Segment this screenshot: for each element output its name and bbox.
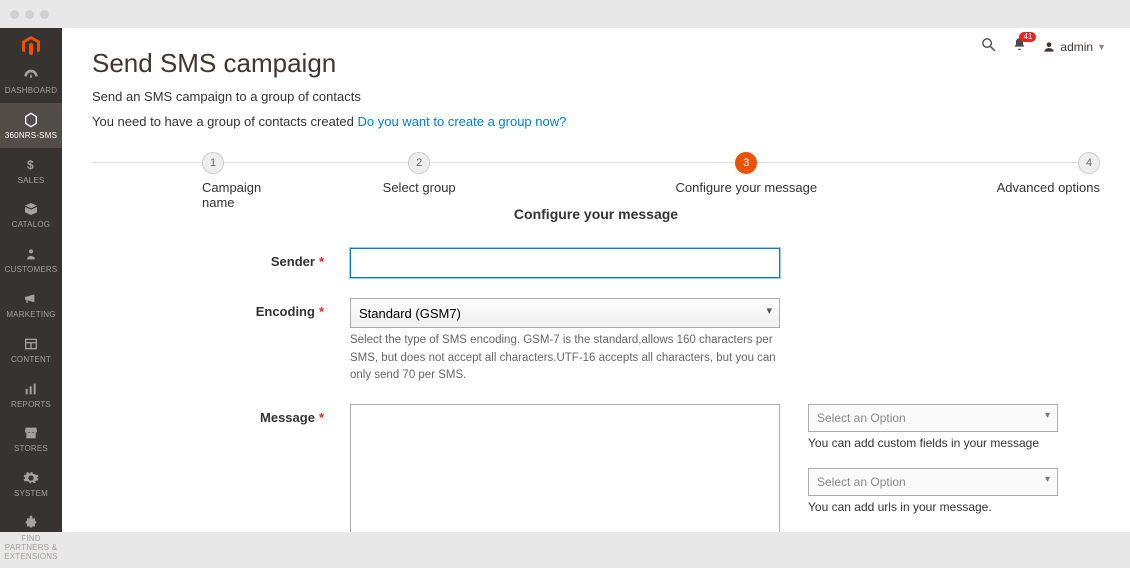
box-icon (23, 200, 39, 218)
step-number: 1 (202, 152, 224, 174)
window-dot (10, 10, 19, 19)
page-title: Send SMS campaign (92, 48, 1100, 79)
gauge-icon (23, 66, 39, 84)
step-label: Configure your message (569, 180, 923, 195)
sidebar-item-label: System (12, 490, 50, 499)
notification-badge: 41 (1019, 32, 1036, 42)
window-dot (40, 10, 49, 19)
step-select-group[interactable]: 2 Select group (269, 152, 570, 198)
browser-titlebar (0, 0, 1130, 28)
user-menu[interactable]: admin ▼ (1042, 40, 1106, 54)
topbar: 41 admin ▼ (980, 36, 1106, 58)
sidebar-item-label: Sales (16, 177, 47, 186)
sidebar-item-label: Content (9, 356, 53, 365)
custom-fields-select[interactable]: Select an Option (808, 404, 1058, 432)
sender-label: Sender* (92, 248, 350, 269)
sidebar-item-customers[interactable]: Customers (0, 237, 62, 282)
message-label: Message* (92, 404, 350, 425)
step-number: 3 (735, 152, 757, 174)
subtitle-line1: Send an SMS campaign to a group of conta… (92, 85, 1100, 110)
sidebar-item-marketing[interactable]: Marketing (0, 282, 62, 327)
sidebar-item-label: Marketing (4, 311, 57, 320)
step-number: 2 (408, 152, 430, 174)
sidebar-item-label: Stores (12, 445, 50, 454)
search-button[interactable] (980, 36, 997, 58)
window-dot (25, 10, 34, 19)
user-icon (1042, 40, 1056, 54)
notifications-button[interactable]: 41 (1011, 36, 1028, 58)
person-icon (23, 245, 39, 263)
dollar-icon: $ (23, 156, 39, 174)
step-number: 4 (1078, 152, 1100, 174)
store-icon (23, 424, 39, 442)
wizard-stepper: 1 Campaign name 2 Select group 3 Configu… (92, 152, 1100, 198)
admin-sidebar: Dashboard 360NRS-SMS $ Sales Catalog Cus… (0, 28, 62, 532)
sidebar-item-label: Catalog (10, 221, 52, 230)
encoding-select[interactable]: Standard (GSM7) (350, 298, 780, 328)
url-help: You can add urls in your message. (808, 500, 1100, 514)
sidebar-item-stores[interactable]: Stores (0, 416, 62, 461)
sidebar-item-label: Reports (9, 401, 53, 410)
encoding-label: Encoding* (92, 298, 350, 319)
svg-text:$: $ (27, 158, 34, 172)
sidebar-item-label: Dashboard (3, 87, 59, 96)
sidebar-item-catalog[interactable]: Catalog (0, 192, 62, 237)
sidebar-item-label: 360NRS-SMS (3, 132, 59, 141)
puzzle-icon (23, 514, 39, 532)
gear-icon (23, 469, 39, 487)
step-advanced-options[interactable]: 4 Advanced options (923, 152, 1100, 198)
magento-logo[interactable] (0, 34, 62, 58)
sidebar-item-content[interactable]: Content (0, 327, 62, 372)
page-subtitle: Send an SMS campaign to a group of conta… (92, 85, 1100, 134)
step-configure-message[interactable]: 3 Configure your message (569, 152, 923, 198)
sidebar-item-dashboard[interactable]: Dashboard (0, 58, 62, 103)
step-label: Select group (269, 180, 570, 195)
hexagon-icon (23, 111, 39, 129)
bar-chart-icon (23, 380, 39, 398)
sidebar-item-find-partners[interactable]: Find Partners & Extensions (0, 506, 62, 568)
step-label: Campaign name (202, 180, 269, 210)
sidebar-item-reports[interactable]: Reports (0, 372, 62, 417)
main-panel: 41 admin ▼ Send SMS campaign Send an SMS… (62, 28, 1130, 532)
message-textarea[interactable] (350, 404, 780, 532)
chevron-down-icon: ▼ (1097, 42, 1106, 52)
custom-fields-help: You can add custom fields in your messag… (808, 436, 1100, 450)
subtitle-line2: You need to have a group of contacts cre… (92, 110, 1100, 135)
sidebar-item-label: Customers (3, 266, 60, 275)
message-form: Sender* Encoding* Standard (GSM7) (92, 248, 1100, 532)
sidebar-item-label: Find Partners & Extensions (0, 535, 62, 561)
megaphone-icon (23, 290, 39, 308)
username-label: admin (1060, 40, 1093, 54)
sidebar-item-360nrs-sms[interactable]: 360NRS-SMS (0, 103, 62, 148)
layout-icon (23, 335, 39, 353)
sidebar-item-sales[interactable]: $ Sales (0, 148, 62, 193)
url-select[interactable]: Select an Option (808, 468, 1058, 496)
sidebar-item-system[interactable]: System (0, 461, 62, 506)
encoding-help: Select the type of SMS encoding. GSM-7 i… (350, 332, 780, 384)
create-group-link[interactable]: Do you want to create a group now? (358, 114, 567, 129)
sender-input[interactable] (350, 248, 780, 278)
step-label: Advanced options (923, 180, 1100, 195)
search-icon (980, 36, 997, 53)
step-campaign-name[interactable]: 1 Campaign name (92, 152, 269, 198)
